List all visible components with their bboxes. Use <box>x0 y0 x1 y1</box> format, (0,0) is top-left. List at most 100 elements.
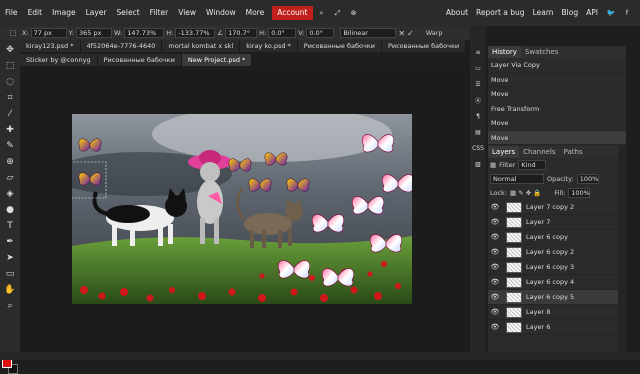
eye-icon[interactable]: 👁 <box>488 203 502 211</box>
fill-tool-icon[interactable]: ◈ <box>4 188 16 200</box>
menu-filter[interactable]: Filter <box>145 0 174 26</box>
link-report-a-bug[interactable]: Report a bug <box>472 0 529 26</box>
account-button[interactable]: Account <box>272 6 313 20</box>
search-icon[interactable]: ⌕ <box>315 6 329 20</box>
move-tool-icon[interactable]: ✥ <box>4 44 16 56</box>
menu-view[interactable]: View <box>173 0 201 26</box>
layers-icon[interactable]: ☰ <box>471 78 485 90</box>
lasso-tool-icon[interactable]: ◌ <box>4 76 16 88</box>
eye-icon[interactable]: 👁 <box>488 248 502 256</box>
document-tab[interactable]: 4f52064e-7776-4640 <box>80 40 163 52</box>
x-field[interactable]: 77 px <box>30 28 67 38</box>
history-item[interactable]: Move <box>488 130 626 145</box>
eye-icon[interactable]: 👁 <box>488 323 502 331</box>
link-blog[interactable]: Blog <box>558 0 583 26</box>
eraser-tool-icon[interactable]: ▱ <box>4 172 16 184</box>
menu-layer[interactable]: Layer <box>81 0 112 26</box>
menu-edit[interactable]: Edit <box>23 0 48 26</box>
layer-row[interactable]: 👁 Layer 7 <box>488 215 626 230</box>
text-tool-icon[interactable]: T <box>4 220 16 232</box>
menu-file[interactable]: File <box>0 0 23 26</box>
history-item[interactable]: Move <box>488 73 626 87</box>
document-tab[interactable]: kiray ko.psd * <box>240 40 298 52</box>
facebook-icon[interactable]: f <box>620 6 634 20</box>
history-item[interactable]: Move <box>488 87 626 102</box>
clone-tool-icon[interactable]: ⊕ <box>4 156 16 168</box>
document-tab[interactable]: Рисованные бабочки <box>381 40 467 52</box>
properties-icon[interactable]: ▤ <box>471 126 485 138</box>
document-tab[interactable]: New Project.psd * <box>181 54 253 66</box>
layer-row[interactable]: 👁 Layer 6 <box>488 320 626 335</box>
warp-button[interactable]: Warp <box>426 29 443 37</box>
link-api[interactable]: API <box>582 0 602 26</box>
skew-v-field[interactable]: 0.0° <box>306 28 335 38</box>
blend-mode-select[interactable]: Normal <box>490 174 544 184</box>
history-item[interactable]: Layer Via Copy <box>488 58 626 73</box>
cancel-icon[interactable]: ✕ <box>398 29 405 38</box>
character-icon[interactable]: Ⓐ <box>471 94 485 106</box>
eye-icon[interactable]: 👁 <box>488 233 502 241</box>
eye-icon[interactable]: 👁 <box>488 218 502 226</box>
y-field[interactable]: 365 px <box>75 28 112 38</box>
h-field[interactable]: -133.77% <box>175 28 216 38</box>
eye-icon[interactable]: 👁 <box>488 308 502 316</box>
shape-tool-icon[interactable]: ▭ <box>4 268 16 280</box>
link-learn[interactable]: Learn <box>529 0 558 26</box>
fill-field[interactable]: 100% <box>568 188 591 198</box>
tab-channels[interactable]: Channels <box>519 146 559 158</box>
skew-h-field[interactable]: 0.0° <box>268 28 297 38</box>
css-icon[interactable]: CSS <box>471 142 485 154</box>
fullscreen-icon[interactable]: ⤢ <box>331 6 345 20</box>
w-field[interactable]: 147.73% <box>124 28 165 38</box>
eye-icon[interactable]: 👁 <box>488 278 502 286</box>
document-tab[interactable]: Sticker by @connyg <box>20 54 98 66</box>
document-tab[interactable]: Рисованные бабочки <box>97 54 182 66</box>
hand-tool-icon[interactable]: ✋ <box>4 284 16 296</box>
link-about[interactable]: About <box>442 0 472 26</box>
document-canvas[interactable] <box>72 114 412 304</box>
layer-row[interactable]: 👁 Layer 6 copy 2 <box>488 245 626 260</box>
opacity-field[interactable]: 100% <box>576 174 599 184</box>
filter-icon[interactable]: ▦ <box>490 161 496 169</box>
history-icon[interactable]: ≡ <box>471 46 485 58</box>
layer-row[interactable]: 👁 Layer 6 copy 4 <box>488 275 626 290</box>
confirm-icon[interactable]: ✓ <box>407 29 414 38</box>
pen-tool-icon[interactable]: ✒ <box>4 236 16 248</box>
transform-icon[interactable]: ⬚ <box>6 26 20 40</box>
eyedropper-icon[interactable]: ⁄ <box>4 108 16 120</box>
menu-select[interactable]: Select <box>112 0 145 26</box>
twitter-icon[interactable]: 🐦 <box>604 6 618 20</box>
tab-swatches[interactable]: Swatches <box>521 46 562 58</box>
interp-select[interactable]: Bilinear <box>340 28 397 38</box>
document-tab[interactable]: mortal kombat x skl <box>162 40 241 52</box>
document-tab[interactable]: Рисованные бабочки <box>297 40 382 52</box>
history-item[interactable]: Move <box>488 116 626 131</box>
heal-tool-icon[interactable]: ✚ <box>4 124 16 136</box>
tab-paths[interactable]: Paths <box>560 146 587 158</box>
layer-row[interactable]: 👁 Layer 6 copy <box>488 230 626 245</box>
tab-layers[interactable]: Layers <box>488 146 520 158</box>
layer-row[interactable]: 👁 Layer 8 <box>488 305 626 320</box>
layer-row[interactable]: 👁 Layer 6 copy 3 <box>488 260 626 275</box>
layers-scrollbar[interactable] <box>618 146 626 352</box>
eye-icon[interactable]: 👁 <box>488 293 502 301</box>
lock-icons[interactable]: ▦ ✎ ✥ 🔒 <box>510 189 541 197</box>
menu-more[interactable]: More <box>241 0 270 26</box>
swatches-icon[interactable]: ▭ <box>471 62 485 74</box>
tab-history[interactable]: History <box>488 46 521 58</box>
blur-tool-icon[interactable]: ● <box>4 204 16 216</box>
crop-tool-icon[interactable]: ⌗ <box>4 92 16 104</box>
brush-tool-icon[interactable]: ✎ <box>4 140 16 152</box>
path-select-icon[interactable]: ➤ <box>4 252 16 264</box>
zoom-tool-icon[interactable]: ⌕ <box>4 300 16 312</box>
eye-icon[interactable]: 👁 <box>488 263 502 271</box>
document-tab[interactable]: kiray123.psd * <box>20 40 81 52</box>
image-icon[interactable]: ▧ <box>471 158 485 170</box>
layer-row[interactable]: 👁 Layer 7 copy 2 <box>488 200 626 215</box>
menu-image[interactable]: Image <box>47 0 81 26</box>
layer-row[interactable]: 👁 Layer 6 copy 5 <box>488 290 626 305</box>
history-item[interactable]: Free Transform <box>488 102 626 116</box>
close-icon[interactable]: ⊗ <box>347 6 361 20</box>
paragraph-icon[interactable]: ¶ <box>471 110 485 122</box>
filter-select[interactable]: Kind <box>518 160 547 170</box>
